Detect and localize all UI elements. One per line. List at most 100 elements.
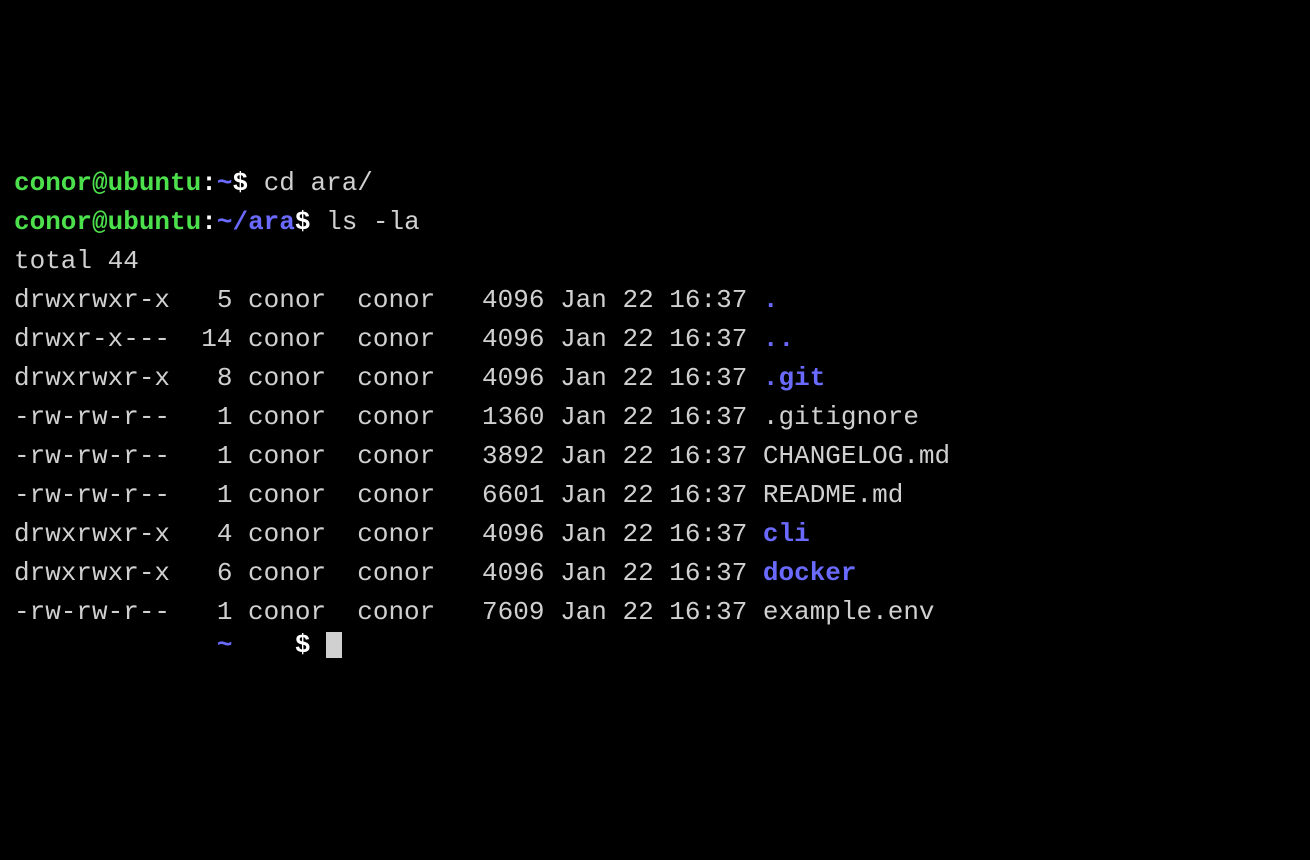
ls-day: 22: [622, 437, 669, 476]
prompt-colon: :: [201, 168, 217, 198]
ls-row: -rw-rw-r-- 1 conor conor 6601 Jan2216:37…: [14, 476, 1296, 515]
ls-time: 16:37: [669, 515, 763, 554]
ls-size: 4096: [466, 515, 544, 554]
prompt-user: conor: [14, 168, 92, 198]
ls-month: Jan: [560, 359, 622, 398]
ls-group: conor: [357, 476, 451, 515]
ls-group: conor: [357, 593, 451, 632]
ls-month: Jan: [560, 476, 622, 515]
ls-perms: drwxr-x---: [14, 320, 170, 359]
ls-month: Jan: [560, 515, 622, 554]
prompt-colon: :: [201, 207, 217, 237]
ls-month: Jan: [560, 281, 622, 320]
ls-owner: conor: [248, 515, 342, 554]
ls-group: conor: [357, 437, 451, 476]
ls-month: Jan: [560, 398, 622, 437]
ls-group: conor: [357, 398, 451, 437]
ls-day: 22: [622, 593, 669, 632]
ls-owner: conor: [248, 398, 342, 437]
prompt-user: conor: [14, 207, 92, 237]
ls-perms: -rw-rw-r--: [14, 437, 170, 476]
ls-dirname: .: [763, 281, 779, 320]
ls-time: 16:37: [669, 359, 763, 398]
ls-day: 22: [622, 476, 669, 515]
ls-time: 16:37: [669, 476, 763, 515]
prompt-at: @: [92, 207, 108, 237]
ls-links: 6: [186, 554, 233, 593]
ls-month: Jan: [560, 320, 622, 359]
ls-links: 14: [186, 320, 233, 359]
ls-size: 7609: [466, 593, 544, 632]
ls-filename: example.env: [763, 593, 935, 632]
ls-owner: conor: [248, 281, 342, 320]
prompt-path: ~/ara: [217, 207, 295, 237]
ls-perms: drwxrwxr-x: [14, 281, 170, 320]
prompt-dollar: $: [295, 207, 311, 237]
prompt-user-frag: [14, 630, 92, 660]
ls-row: drwxr-x--- 14 conor conor 4096 Jan2216:3…: [14, 320, 1296, 359]
ls-links: 8: [186, 359, 233, 398]
prompt-line-1: conor@ubuntu:~$ cd ara/: [14, 164, 1296, 203]
ls-row: drwxrwxr-x 5 conor conor 4096 Jan2216:37…: [14, 281, 1296, 320]
ls-time: 16:37: [669, 437, 763, 476]
ls-links: 1: [186, 476, 233, 515]
prompt-at: @: [92, 168, 108, 198]
ls-listing: drwxrwxr-x 5 conor conor 4096 Jan2216:37…: [14, 281, 1296, 632]
ls-group: conor: [357, 554, 451, 593]
ls-links: 1: [186, 437, 233, 476]
ls-group: conor: [357, 320, 451, 359]
ls-month: Jan: [560, 437, 622, 476]
ls-row: drwxrwxr-x 8 conor conor 4096 Jan2216:37…: [14, 359, 1296, 398]
prompt-path-frag: ~: [217, 630, 233, 660]
ls-time: 16:37: [669, 281, 763, 320]
ls-owner: conor: [248, 359, 342, 398]
ls-size: 4096: [466, 554, 544, 593]
ls-dirname: cli: [763, 515, 810, 554]
ls-owner: conor: [248, 476, 342, 515]
prompt-host: ubuntu: [108, 168, 202, 198]
command-cd: cd ara/: [248, 168, 373, 198]
prompt-path: ~: [217, 168, 233, 198]
ls-size: 4096: [466, 320, 544, 359]
ls-perms: drwxrwxr-x: [14, 359, 170, 398]
ls-row: drwxrwxr-x 6 conor conor 4096 Jan2216:37…: [14, 554, 1296, 593]
ls-size: 1360: [466, 398, 544, 437]
ls-row: drwxrwxr-x 4 conor conor 4096 Jan2216:37…: [14, 515, 1296, 554]
ls-size: 4096: [466, 359, 544, 398]
ls-group: conor: [357, 281, 451, 320]
ls-day: 22: [622, 320, 669, 359]
total-line: total 44: [14, 246, 139, 276]
ls-day: 22: [622, 359, 669, 398]
ls-owner: conor: [248, 320, 342, 359]
ls-group: conor: [357, 359, 451, 398]
prompt-line-2: conor@ubuntu:~/ara$ ls -la: [14, 203, 1296, 242]
ls-owner: conor: [248, 437, 342, 476]
cursor[interactable]: [326, 632, 342, 658]
ls-row: -rw-rw-r-- 1 conor conor 3892 Jan2216:37…: [14, 437, 1296, 476]
ls-links: 5: [186, 281, 233, 320]
ls-month: Jan: [560, 593, 622, 632]
terminal[interactable]: conor@ubuntu:~$ cd ara/conor@ubuntu:~/ar…: [14, 164, 1296, 665]
prompt-dollar: $: [232, 168, 248, 198]
ls-month: Jan: [560, 554, 622, 593]
prompt-host: ubuntu: [108, 207, 202, 237]
ls-dirname: .git: [763, 359, 825, 398]
ls-perms: drwxrwxr-x: [14, 515, 170, 554]
command-ls: ls -la: [310, 207, 419, 237]
ls-day: 22: [622, 398, 669, 437]
ls-dirname: docker: [763, 554, 857, 593]
ls-time: 16:37: [669, 554, 763, 593]
ls-day: 22: [622, 281, 669, 320]
ls-filename: .gitignore: [763, 398, 919, 437]
ls-group: conor: [357, 515, 451, 554]
ls-size: 3892: [466, 437, 544, 476]
ls-perms: -rw-rw-r--: [14, 476, 170, 515]
ls-perms: drwxrwxr-x: [14, 554, 170, 593]
ls-size: 4096: [466, 281, 544, 320]
prompt-dollar: $: [295, 630, 311, 660]
ls-filename: CHANGELOG.md: [763, 437, 950, 476]
ls-dirname: ..: [763, 320, 794, 359]
ls-perms: -rw-rw-r--: [14, 398, 170, 437]
ls-owner: conor: [248, 554, 342, 593]
ls-links: 4: [186, 515, 233, 554]
